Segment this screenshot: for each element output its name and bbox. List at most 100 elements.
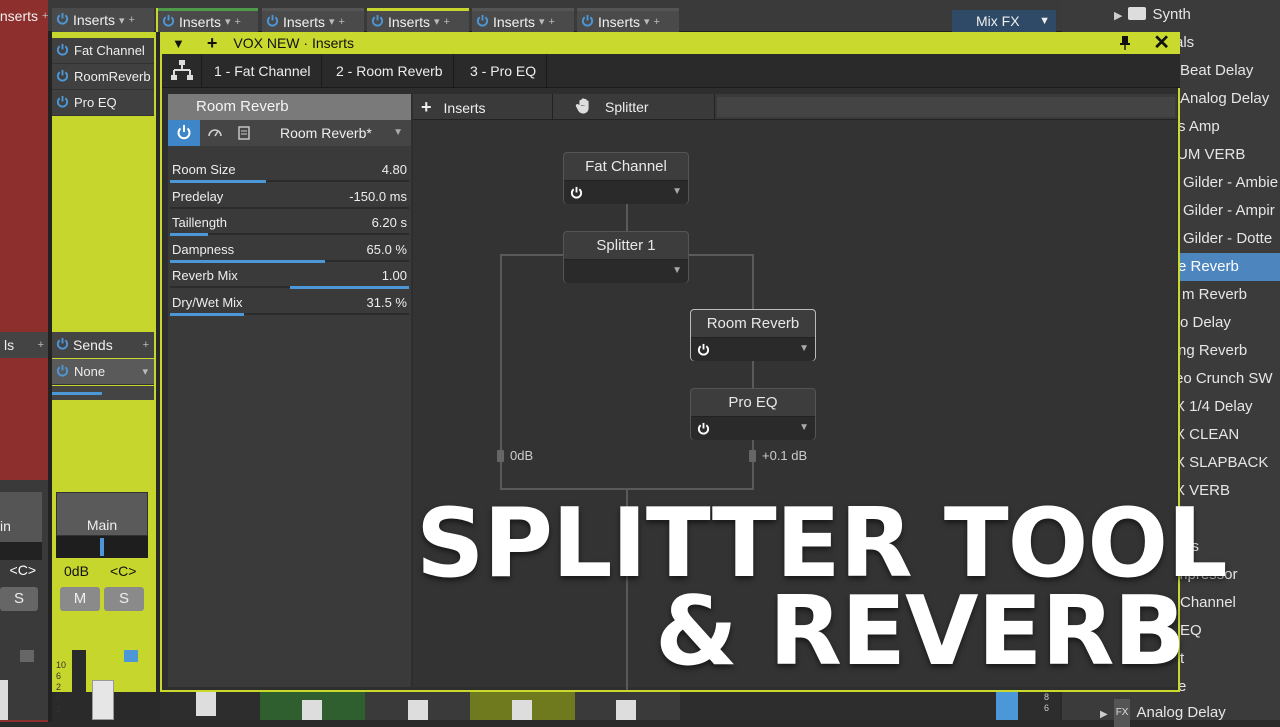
tab-pro-eq[interactable]: 3 - Pro EQ [460, 54, 548, 88]
insert-header-red[interactable]: Inserts + [0, 0, 48, 32]
node-fat-channel[interactable]: Fat Channel ▼ [563, 152, 689, 204]
fader-handle[interactable] [616, 700, 636, 720]
power-icon[interactable] [56, 69, 69, 85]
insert-header-6[interactable]: Inserts ▾ + [577, 8, 679, 32]
chevron-down-icon[interactable]: ▾ [119, 14, 125, 27]
chevron-right-icon[interactable]: ▶ [1100, 709, 1108, 720]
chevron-down-icon[interactable]: ▼ [672, 186, 682, 197]
pan-control-red[interactable]: <C> [0, 562, 42, 580]
fader-handle[interactable] [196, 692, 216, 716]
send-slot[interactable]: None ▾ [52, 359, 154, 385]
window-titlebar[interactable]: ▼ + VOX NEW · Inserts ✕ [162, 32, 1180, 54]
add-insert-button[interactable]: + Inserts [413, 94, 553, 120]
browser-folder-analog-delay[interactable]: ▶ FX Analog Delay [1062, 699, 1280, 727]
sends-header-red[interactable]: ls + [0, 332, 48, 358]
power-icon[interactable] [697, 343, 710, 361]
power-icon[interactable] [56, 337, 69, 353]
add-icon[interactable]: + [444, 16, 450, 28]
add-icon[interactable]: + [38, 339, 44, 351]
power-icon[interactable] [266, 14, 279, 30]
gain-right[interactable]: +0.1 dB [749, 448, 807, 463]
send-level-slider[interactable] [52, 386, 154, 400]
power-icon[interactable] [371, 14, 384, 30]
tab-room-reverb[interactable]: 2 - Room Reverb [326, 54, 454, 88]
power-icon[interactable] [56, 364, 69, 380]
pin-icon[interactable] [1119, 36, 1131, 50]
gain-handle[interactable] [497, 449, 504, 462]
node-splitter[interactable]: Splitter 1 ▼ [563, 231, 689, 283]
add-icon[interactable]: + [549, 16, 555, 28]
insert-slot[interactable]: RoomReverb [52, 64, 154, 90]
insert-header-3[interactable]: Inserts ▾ + [262, 8, 364, 32]
preset-list-icon[interactable] [230, 120, 258, 146]
param-row[interactable]: Room Size 4.80 [168, 156, 411, 183]
node-room-reverb[interactable]: Room Reverb ▼ [690, 309, 816, 361]
main-output-selector[interactable]: Main [56, 492, 148, 536]
fader-handle-red[interactable] [0, 680, 8, 720]
insert-header-2[interactable]: Inserts ▾ + [158, 8, 258, 32]
browser-folder-synth[interactable]: ▶ Synth [1062, 1, 1280, 29]
add-icon[interactable]: + [339, 16, 345, 28]
fader-handle[interactable] [996, 692, 1018, 720]
add-splitter-button[interactable]: Splitter [565, 94, 715, 120]
pan-value[interactable]: <C> [110, 563, 136, 579]
chevron-down-icon[interactable]: ▼ [799, 343, 809, 354]
power-icon[interactable] [476, 14, 489, 30]
chevron-down-icon[interactable]: ▾ [539, 15, 545, 28]
power-icon[interactable] [697, 422, 710, 440]
param-row[interactable]: Dampness 65.0 % [168, 236, 411, 263]
power-icon[interactable] [162, 14, 175, 30]
insert-slot[interactable]: Pro EQ [52, 90, 154, 116]
gain-left[interactable]: 0dB [497, 448, 533, 463]
power-icon[interactable] [56, 12, 69, 28]
chevron-right-icon[interactable]: ▶ [1114, 10, 1122, 22]
sends-header[interactable]: Sends + [52, 332, 154, 358]
add-icon[interactable]: + [235, 16, 241, 28]
monitor-icon[interactable] [124, 650, 138, 662]
fader-handle[interactable] [408, 700, 428, 720]
add-icon[interactable]: + [207, 34, 218, 52]
add-icon[interactable]: + [129, 14, 135, 26]
preset-selector[interactable]: Room Reverb* ▼ [262, 120, 411, 146]
chevron-down-icon[interactable]: ▼ [799, 422, 809, 433]
solo-button[interactable]: S [104, 587, 144, 611]
close-icon[interactable]: ✕ [1153, 33, 1170, 53]
mute-button[interactable]: M [60, 587, 100, 611]
solo-button-red[interactable]: S [0, 587, 38, 611]
power-icon[interactable] [56, 95, 69, 111]
param-row[interactable]: Predelay -150.0 ms [168, 183, 411, 210]
power-icon[interactable] [581, 14, 594, 30]
chevron-down-icon[interactable]: ▾ [644, 15, 650, 28]
power-icon[interactable] [56, 43, 69, 59]
automation-icon[interactable] [200, 120, 230, 146]
power-icon[interactable] [570, 186, 583, 204]
chevron-down-icon[interactable]: ▾ [329, 15, 335, 28]
insert-header-5[interactable]: Inserts ▾ + [472, 8, 574, 32]
channel-pan-slider[interactable] [56, 536, 148, 558]
fader-handle[interactable] [512, 700, 532, 720]
param-row[interactable]: Reverb Mix 1.00 [168, 262, 411, 289]
insert-slot[interactable]: Fat Channel [52, 38, 154, 64]
node-pro-eq[interactable]: Pro EQ ▼ [690, 388, 816, 440]
gain-handle[interactable] [749, 449, 756, 462]
record-icon[interactable] [20, 650, 34, 662]
main-output-red[interactable]: in [0, 492, 42, 542]
param-row[interactable]: Taillength 6.20 s [168, 209, 411, 236]
add-icon[interactable]: + [42, 10, 48, 22]
plugin-power-button[interactable] [168, 120, 200, 146]
mix-fx-selector[interactable]: Mix FX ▼ [952, 10, 1056, 32]
insert-header-1[interactable]: Inserts ▾ + [52, 8, 154, 32]
chevron-down-icon[interactable]: ▾ [434, 15, 440, 28]
param-slider[interactable] [170, 312, 409, 316]
volume-fader[interactable] [92, 680, 114, 720]
chevron-down-icon[interactable]: ▼ [172, 36, 185, 51]
param-row[interactable]: Dry/Wet Mix 31.5 % [168, 289, 411, 316]
add-icon[interactable]: + [143, 339, 149, 351]
add-icon[interactable]: + [654, 16, 660, 28]
tab-fat-channel[interactable]: 1 - Fat Channel [204, 54, 322, 88]
insert-header-4[interactable]: Inserts ▾ + [367, 8, 469, 32]
chevron-down-icon[interactable]: ▼ [672, 265, 682, 276]
routing-view-icon[interactable] [162, 54, 202, 88]
fader-handle[interactable] [302, 700, 322, 720]
chevron-down-icon[interactable]: ▾ [225, 15, 231, 28]
